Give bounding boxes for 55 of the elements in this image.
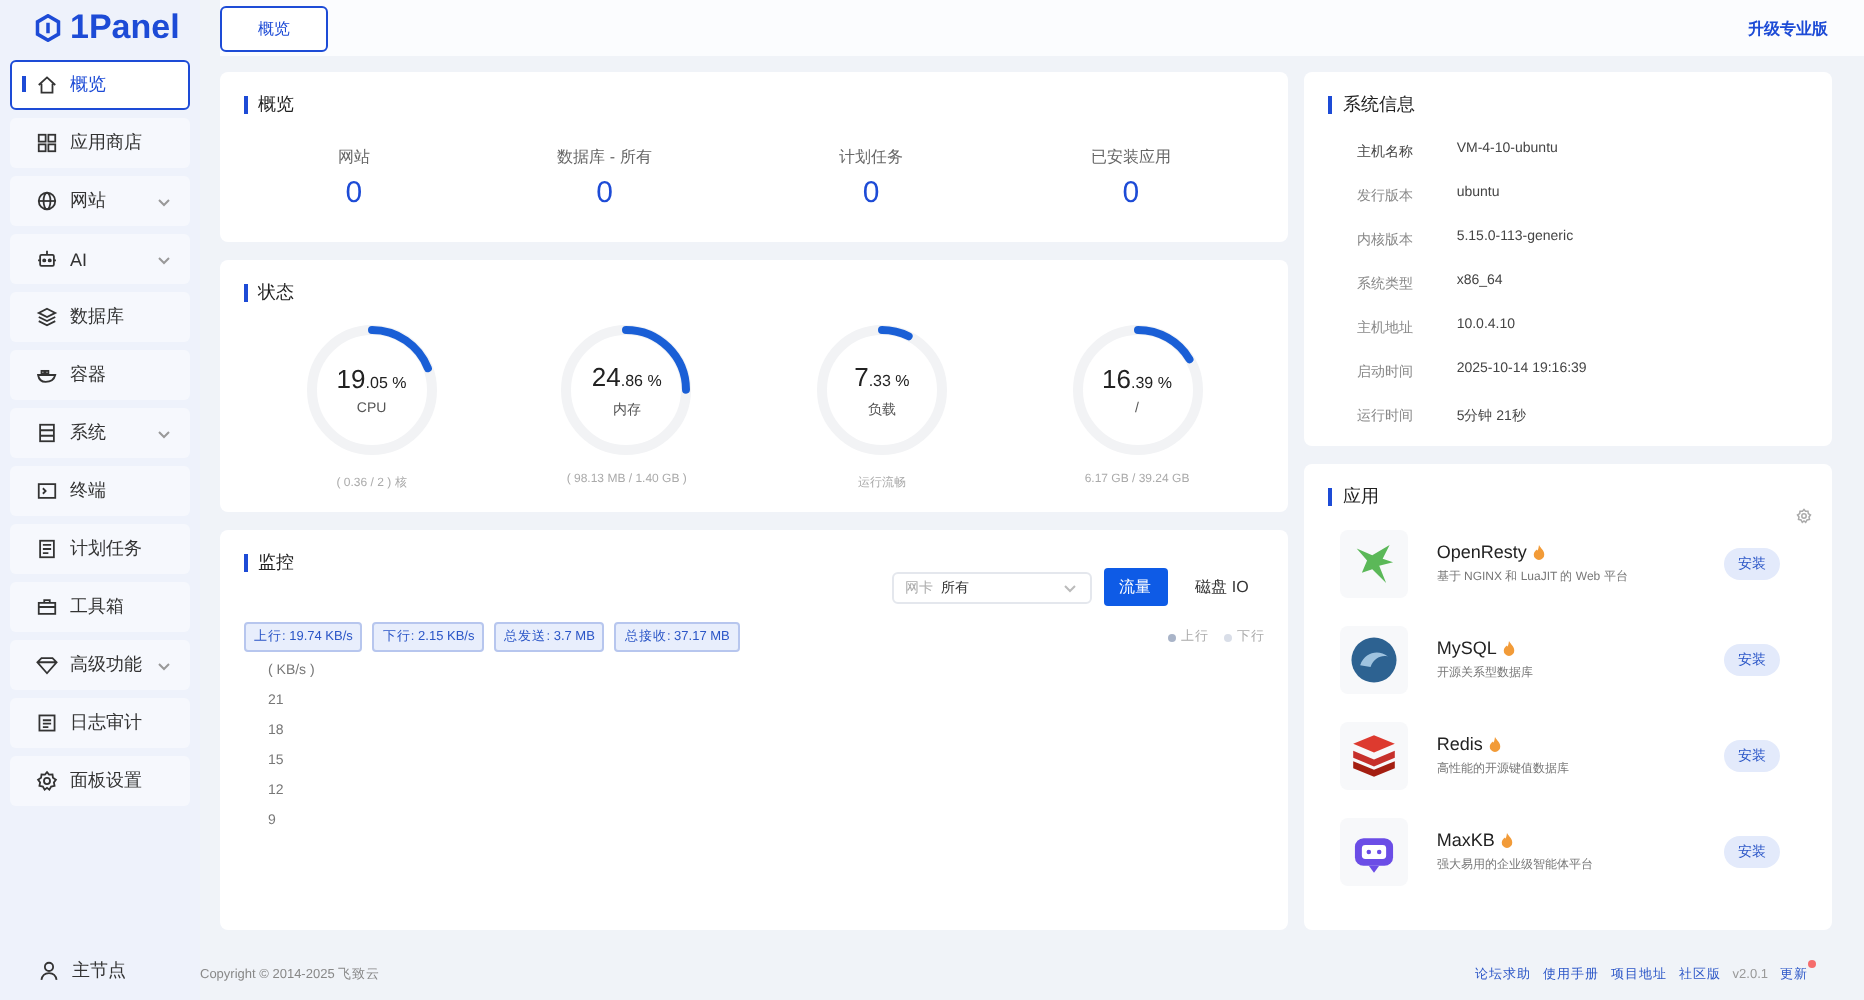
- gauge-value: 16.39 %: [1102, 364, 1172, 394]
- card-title: 状态: [258, 280, 294, 306]
- stat-value[interactable]: 0: [345, 176, 363, 210]
- stat-value[interactable]: 0: [862, 176, 880, 210]
- sidebar-item[interactable]: 工具箱: [10, 582, 190, 632]
- terminal-icon: [36, 480, 58, 502]
- sidebar-item[interactable]: 容器: [10, 350, 190, 400]
- sidebar-item[interactable]: 日志审计: [10, 698, 190, 748]
- stat-value[interactable]: 0: [596, 176, 613, 210]
- gear-icon: [36, 770, 58, 792]
- globe-icon: [36, 190, 58, 212]
- mode-tab[interactable]: 流量: [1103, 568, 1168, 606]
- app-name: Redis: [1436, 734, 1483, 754]
- log-icon: [36, 712, 58, 734]
- logo-icon: [34, 14, 62, 42]
- overview-tab[interactable]: 概览: [220, 5, 328, 51]
- sidebar-item[interactable]: 高级功能: [10, 640, 190, 690]
- gauge-value: 7.33 %: [854, 361, 910, 391]
- card-title: 概览: [258, 92, 294, 118]
- card-title: 应用: [1342, 484, 1379, 510]
- toolbox-icon: [36, 596, 58, 618]
- stat-label: 数据库 - 所有: [557, 146, 652, 168]
- card-title: 系统信息: [1342, 92, 1415, 118]
- stat-value[interactable]: 0: [1122, 176, 1140, 210]
- sidebar-item[interactable]: 网站: [10, 176, 190, 226]
- layers-icon: [36, 306, 58, 328]
- card-title: 监控: [258, 550, 294, 576]
- grid-icon: [36, 132, 58, 154]
- chevron-icon: [1061, 579, 1078, 595]
- gauge-value: 24.86 %: [591, 361, 662, 391]
- sidebar-item[interactable]: 数据库: [10, 292, 190, 342]
- stacked-cubes-icon: [1348, 730, 1401, 782]
- app-name: OpenResty: [1436, 542, 1527, 562]
- app-name: MySQL: [1436, 638, 1497, 658]
- user-icon: [38, 960, 60, 982]
- logo-text: 1Panel: [70, 8, 180, 48]
- upgrade-link[interactable]: 升级专业版: [1748, 17, 1828, 39]
- stat-label: 计划任务: [839, 146, 904, 168]
- sidebar-item[interactable]: 计划任务: [10, 524, 190, 574]
- settings-icon[interactable]: [1796, 508, 1812, 524]
- sidebar-item[interactable]: AI: [10, 234, 190, 284]
- sidebar-item[interactable]: 应用商店: [10, 118, 190, 168]
- home-icon: [36, 74, 58, 96]
- server-icon: [36, 422, 58, 444]
- stat-label: 网站: [337, 146, 370, 168]
- sidebar-item[interactable]: 系统: [10, 408, 190, 458]
- diamond-icon: [36, 654, 58, 676]
- node-label[interactable]: 主节点: [72, 958, 126, 984]
- app-name: MaxKB: [1436, 830, 1495, 850]
- sidebar-item[interactable]: 终端: [10, 466, 190, 516]
- sidebar-item[interactable]: 概览: [10, 60, 190, 110]
- sidebar-item[interactable]: 面板设置: [10, 756, 190, 806]
- stat-label: 已安装应用: [1090, 146, 1171, 168]
- robot-icon: [36, 248, 58, 270]
- gauge-value: 19.05 %: [336, 364, 407, 394]
